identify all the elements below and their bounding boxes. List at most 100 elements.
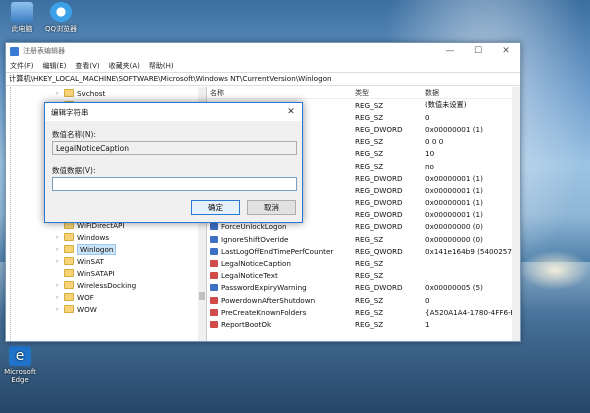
- value-row[interactable]: LegalNoticeCaption REG_SZ: [207, 257, 520, 269]
- chevron-right-icon[interactable]: ›: [56, 234, 64, 241]
- menu-favorites[interactable]: 收藏夹(A): [109, 61, 140, 71]
- string-value-icon: [210, 272, 218, 280]
- value-name-text: LastLogOffEndTimePerfCounter: [221, 246, 334, 256]
- column-name[interactable]: 名称: [207, 88, 355, 98]
- value-name-text: LegalNoticeCaption: [221, 259, 291, 269]
- menu-file[interactable]: 文件(F): [10, 61, 34, 71]
- value-row[interactable]: LegalNoticeText REG_SZ: [207, 270, 520, 282]
- binary-value-icon: [210, 223, 218, 231]
- tree-item[interactable]: › WOW: [56, 303, 198, 315]
- value-data-cell: 0x00000001 (1): [425, 210, 483, 220]
- value-data-label: 数值数据(V):: [52, 166, 96, 175]
- value-row[interactable]: ReportBootOk REG_SZ 1: [207, 318, 520, 330]
- value-data-cell: 0x141e164b9 (54002577: [425, 246, 517, 256]
- chevron-right-icon[interactable]: ›: [56, 306, 64, 313]
- value-name-label: 数值名称(N):: [52, 130, 96, 139]
- tree-item[interactable]: WinSATAPI: [56, 267, 198, 279]
- value-name-text: PreCreateKnownFolders: [221, 307, 307, 317]
- value-name-cell: IgnoreShiftOveride: [207, 235, 355, 244]
- value-name-text: PasswordExpiryWarning: [221, 283, 307, 293]
- value-row[interactable]: IgnoreShiftOveride REG_SZ 0x00000000 (0): [207, 233, 520, 245]
- desktop-icon-label: Microsoft Edge: [4, 368, 36, 384]
- chevron-right-icon[interactable]: ›: [56, 294, 64, 301]
- tree-item-label: Svchost: [77, 88, 106, 98]
- dialog-title: 编辑字符串: [51, 107, 89, 117]
- menu-bar: 文件(F) 编辑(E) 查看(V) 收藏夹(A) 帮助(H): [6, 59, 520, 72]
- desktop-icon-qq-browser[interactable]: QQ浏览器: [41, 2, 81, 34]
- value-row[interactable]: PreCreateKnownFolders REG_SZ {A520A1A4-178…: [207, 306, 520, 318]
- tree-item[interactable]: › Winlogon: [56, 243, 198, 255]
- value-name-text: PowerdownAfterShutdown: [221, 295, 316, 305]
- tree-item[interactable]: › Svchost: [56, 87, 198, 99]
- folder-icon: [64, 257, 74, 265]
- column-type[interactable]: 类型: [355, 88, 425, 98]
- cancel-button[interactable]: 取消: [247, 200, 296, 215]
- computer-icon: [11, 2, 33, 22]
- value-name-field: LegalNoticeCaption: [52, 141, 297, 155]
- value-data-cell: 0x00000005 (5): [425, 283, 483, 293]
- value-name-cell: LegalNoticeText: [207, 271, 355, 280]
- folder-icon: [64, 281, 74, 289]
- desktop-icon-edge[interactable]: e Microsoft Edge: [0, 346, 42, 384]
- value-type-cell: REG_SZ: [355, 319, 384, 329]
- value-type-cell: REG_DWORD: [355, 124, 403, 134]
- tree-item-label: WOW: [77, 304, 97, 314]
- value-data-cell: 0x00000001 (1): [425, 198, 483, 208]
- value-name-text: IgnoreShiftOveride: [221, 234, 289, 244]
- tree-item[interactable]: › WirelessDocking: [56, 279, 198, 291]
- string-value-icon: [210, 260, 218, 268]
- tree-item-label: Windows: [77, 232, 110, 242]
- desktop-icon-label: QQ浏览器: [44, 25, 78, 33]
- column-data[interactable]: 数据: [425, 88, 520, 98]
- tree-item[interactable]: › WOF: [56, 291, 198, 303]
- title-bar[interactable]: 注册表编辑器 — ☐ ✕: [6, 43, 520, 59]
- chevron-right-icon[interactable]: ›: [56, 246, 64, 253]
- value-name-text: LegalNoticeText: [221, 271, 278, 281]
- value-data-cell: (数值未设置): [425, 100, 467, 110]
- value-data-cell: 10: [425, 149, 435, 159]
- value-data-cell: 0x00000000 (0): [425, 234, 483, 244]
- value-name-text: ReportBootOk: [221, 319, 272, 329]
- value-type-cell: REG_SZ: [355, 137, 384, 147]
- value-data-cell: 0x00000001 (1): [425, 124, 483, 134]
- chevron-right-icon[interactable]: ›: [56, 258, 64, 265]
- tree-scroll-thumb[interactable]: [199, 292, 205, 300]
- tree-item-label: WirelessDocking: [77, 280, 137, 290]
- value-name-cell: PowerdownAfterShutdown: [207, 296, 355, 305]
- value-data-input[interactable]: [52, 177, 297, 191]
- menu-help[interactable]: 帮助(H): [149, 61, 174, 71]
- menu-view[interactable]: 查看(V): [75, 61, 99, 71]
- value-data-cell: 0 0 0: [425, 137, 444, 147]
- chevron-right-icon[interactable]: ›: [56, 282, 64, 289]
- value-row[interactable]: LastLogOffEndTimePerfCounter REG_QWORD 0x1…: [207, 245, 520, 257]
- dialog-close-button[interactable]: ✕: [280, 107, 302, 117]
- binary-value-icon: [210, 247, 218, 255]
- ok-button[interactable]: 确定: [191, 200, 240, 215]
- folder-icon: [64, 293, 74, 301]
- value-name-cell: PreCreateKnownFolders: [207, 308, 355, 317]
- value-data-cell: 1: [425, 319, 430, 329]
- minimize-button[interactable]: —: [436, 46, 464, 56]
- dialog-title-bar[interactable]: 编辑字符串 ✕: [45, 103, 302, 121]
- value-row[interactable]: PowerdownAfterShutdown REG_SZ 0: [207, 294, 520, 306]
- maximize-button[interactable]: ☐: [464, 46, 492, 56]
- address-bar[interactable]: 计算机\HKEY_LOCAL_MACHINE\SOFTWARE\Microsof…: [6, 72, 520, 86]
- value-data-cell: 0: [425, 112, 430, 122]
- chevron-right-icon[interactable]: ›: [56, 90, 64, 97]
- tree-item[interactable]: › WinSAT: [56, 255, 198, 267]
- close-button[interactable]: ✕: [492, 46, 520, 56]
- value-type-cell: REG_SZ: [355, 234, 384, 244]
- value-name-cell: ReportBootOk: [207, 320, 355, 329]
- value-data-cell: 0x00000001 (1): [425, 185, 483, 195]
- desktop-icon-label: 此电脑: [11, 25, 33, 33]
- string-value-icon: [210, 308, 218, 316]
- value-type-cell: REG_DWORD: [355, 222, 403, 232]
- regedit-app-icon: [10, 46, 19, 56]
- value-type-cell: REG_DWORD: [355, 283, 403, 293]
- value-type-cell: REG_SZ: [355, 307, 384, 317]
- menu-edit[interactable]: 编辑(E): [43, 61, 67, 71]
- desktop-icon-this-pc[interactable]: 此电脑: [2, 2, 42, 34]
- tree-item[interactable]: › Windows: [56, 231, 198, 243]
- value-row[interactable]: PasswordExpiryWarning REG_DWORD 0x00000005…: [207, 282, 520, 294]
- list-scrollbar[interactable]: [512, 87, 520, 341]
